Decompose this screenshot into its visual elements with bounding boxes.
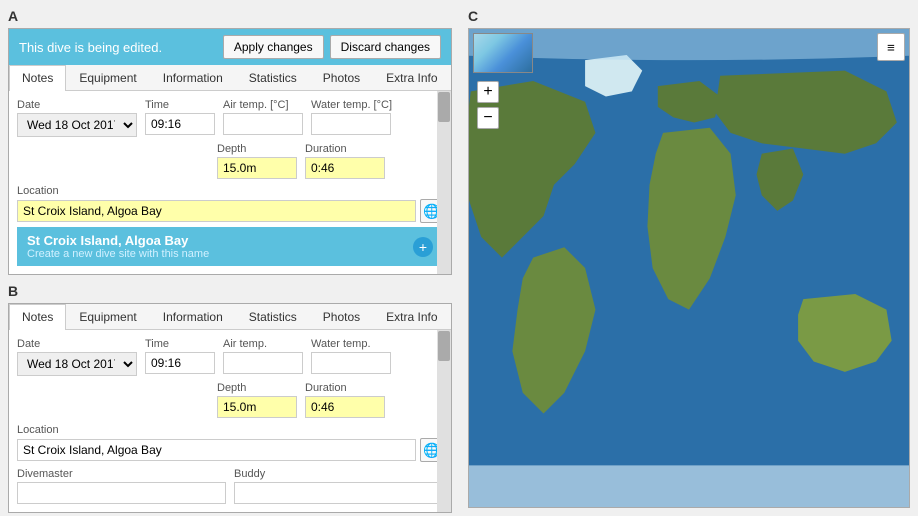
divemaster-label: Divemaster xyxy=(17,468,226,480)
location-input-b[interactable] xyxy=(17,439,416,461)
tabs-a: Notes Equipment Information Statistics P… xyxy=(9,65,451,91)
depth-group-b: Depth xyxy=(217,382,297,418)
date-label-a: Date xyxy=(17,99,137,111)
duration-group-a: Duration xyxy=(305,143,385,179)
depth-input-b[interactable] xyxy=(217,396,297,418)
duration-input-a[interactable] xyxy=(305,157,385,179)
location-row-a: Location 🌐 xyxy=(17,185,443,223)
location-input-wrap-b: 🌐 xyxy=(17,438,443,462)
edit-bar-message: This dive is being edited. xyxy=(19,40,223,55)
tab-a-extrainfo[interactable]: Extra Info xyxy=(373,65,450,90)
water-temp-group-b: Water temp. xyxy=(311,338,391,374)
scrollbar-b[interactable] xyxy=(437,330,451,512)
tab-a-statistics[interactable]: Statistics xyxy=(236,65,310,90)
form-b-row-1: Date Wed 18 Oct 2017 Time Air temp. xyxy=(17,338,443,376)
section-b-label: B xyxy=(8,283,452,299)
duration-input-b[interactable] xyxy=(305,396,385,418)
zoom-in-button[interactable]: + xyxy=(477,81,499,103)
world-map xyxy=(469,29,909,507)
tab-a-notes[interactable]: Notes xyxy=(9,65,66,91)
divemaster-buddy-row: Divemaster Buddy xyxy=(17,468,443,504)
scrollbar-a[interactable] xyxy=(437,91,451,274)
time-group-b: Time xyxy=(145,338,215,374)
location-input-a[interactable] xyxy=(17,200,416,222)
map-thumbnail-inner xyxy=(474,34,532,72)
map-container[interactable]: + − ≡ xyxy=(468,28,910,508)
time-group-a: Time xyxy=(145,99,215,135)
air-temp-group-a: Air temp. [°C] xyxy=(223,99,303,135)
form-row-2: Depth Duration xyxy=(217,143,443,179)
air-temp-input-a[interactable] xyxy=(223,113,303,135)
form-row-1: Date Wed 18 Oct 2017 Time Air temp. [°C] xyxy=(17,99,443,137)
discard-changes-button[interactable]: Discard changes xyxy=(330,35,441,59)
buddy-input[interactable] xyxy=(234,482,443,504)
time-input-a[interactable] xyxy=(145,113,215,135)
section-a-panel: This dive is being edited. Apply changes… xyxy=(8,28,452,275)
time-label-a: Time xyxy=(145,99,215,111)
duration-group-b: Duration xyxy=(305,382,385,418)
water-temp-label-b: Water temp. xyxy=(311,338,391,350)
autocomplete-item-name: St Croix Island, Algoa Bay xyxy=(27,233,209,248)
date-label-b: Date xyxy=(17,338,137,350)
air-temp-label-a: Air temp. [°C] xyxy=(223,99,303,111)
zoom-out-button[interactable]: − xyxy=(477,107,499,129)
tab-a-photos[interactable]: Photos xyxy=(310,65,373,90)
air-temp-label-b: Air temp. xyxy=(223,338,303,350)
divemaster-input[interactable] xyxy=(17,482,226,504)
date-group-b: Date Wed 18 Oct 2017 xyxy=(17,338,137,376)
form-b: Date Wed 18 Oct 2017 Time Air temp. xyxy=(9,330,451,512)
autocomplete-plus-button[interactable]: + xyxy=(413,237,433,257)
autocomplete-create-text[interactable]: Create a new dive site with this name xyxy=(27,248,209,260)
water-temp-input-b[interactable] xyxy=(311,352,391,374)
depth-input-a[interactable] xyxy=(217,157,297,179)
date-select-b[interactable]: Wed 18 Oct 2017 xyxy=(17,352,137,376)
water-temp-label-a: Water temp. [°C] xyxy=(311,99,392,111)
form-a: Date Wed 18 Oct 2017 Time Air temp. [°C] xyxy=(9,91,451,274)
time-input-b[interactable] xyxy=(145,352,215,374)
map-menu-button[interactable]: ≡ xyxy=(877,33,905,61)
map-thumbnail xyxy=(473,33,533,73)
duration-label-a: Duration xyxy=(305,143,385,155)
buddy-group: Buddy xyxy=(234,468,443,504)
tab-a-equipment[interactable]: Equipment xyxy=(66,65,149,90)
duration-label-b: Duration xyxy=(305,382,385,394)
air-temp-group-b: Air temp. xyxy=(223,338,303,374)
water-temp-input-a[interactable] xyxy=(311,113,391,135)
scrollbar-thumb-a xyxy=(438,92,450,122)
location-row-b: Location 🌐 xyxy=(17,424,443,462)
tab-b-statistics[interactable]: Statistics xyxy=(236,304,310,329)
tab-b-extrainfo[interactable]: Extra Info xyxy=(373,304,450,329)
apply-changes-button[interactable]: Apply changes xyxy=(223,35,324,59)
tab-a-information[interactable]: Information xyxy=(150,65,236,90)
water-temp-group-a: Water temp. [°C] xyxy=(311,99,392,135)
autocomplete-content: St Croix Island, Algoa Bay Create a new … xyxy=(27,233,209,260)
section-a-label: A xyxy=(8,8,452,24)
location-label-a: Location xyxy=(17,185,443,197)
section-c-label: C xyxy=(468,8,910,24)
location-label-b: Location xyxy=(17,424,443,436)
depth-group-a: Depth xyxy=(217,143,297,179)
date-group-a: Date Wed 18 Oct 2017 xyxy=(17,99,137,137)
right-panel: C xyxy=(460,0,918,516)
tabs-b: Notes Equipment Information Statistics P… xyxy=(9,304,451,330)
form-b-row-2: Depth Duration xyxy=(217,382,443,418)
buddy-label: Buddy xyxy=(234,468,443,480)
tab-b-photos[interactable]: Photos xyxy=(310,304,373,329)
date-select-a[interactable]: Wed 18 Oct 2017 xyxy=(17,113,137,137)
location-input-wrap-a: 🌐 xyxy=(17,199,443,223)
time-label-b: Time xyxy=(145,338,215,350)
depth-label-a: Depth xyxy=(217,143,297,155)
tab-b-information[interactable]: Information xyxy=(150,304,236,329)
tab-b-notes[interactable]: Notes xyxy=(9,304,66,330)
edit-bar-buttons: Apply changes Discard changes xyxy=(223,35,441,59)
section-b-panel: Notes Equipment Information Statistics P… xyxy=(8,303,452,513)
depth-label-b: Depth xyxy=(217,382,297,394)
tab-b-equipment[interactable]: Equipment xyxy=(66,304,149,329)
air-temp-input-b[interactable] xyxy=(223,352,303,374)
scrollbar-thumb-b xyxy=(438,331,450,361)
autocomplete-dropdown-a[interactable]: St Croix Island, Algoa Bay Create a new … xyxy=(17,227,443,266)
divemaster-group: Divemaster xyxy=(17,468,226,504)
edit-bar: This dive is being edited. Apply changes… xyxy=(9,29,451,65)
